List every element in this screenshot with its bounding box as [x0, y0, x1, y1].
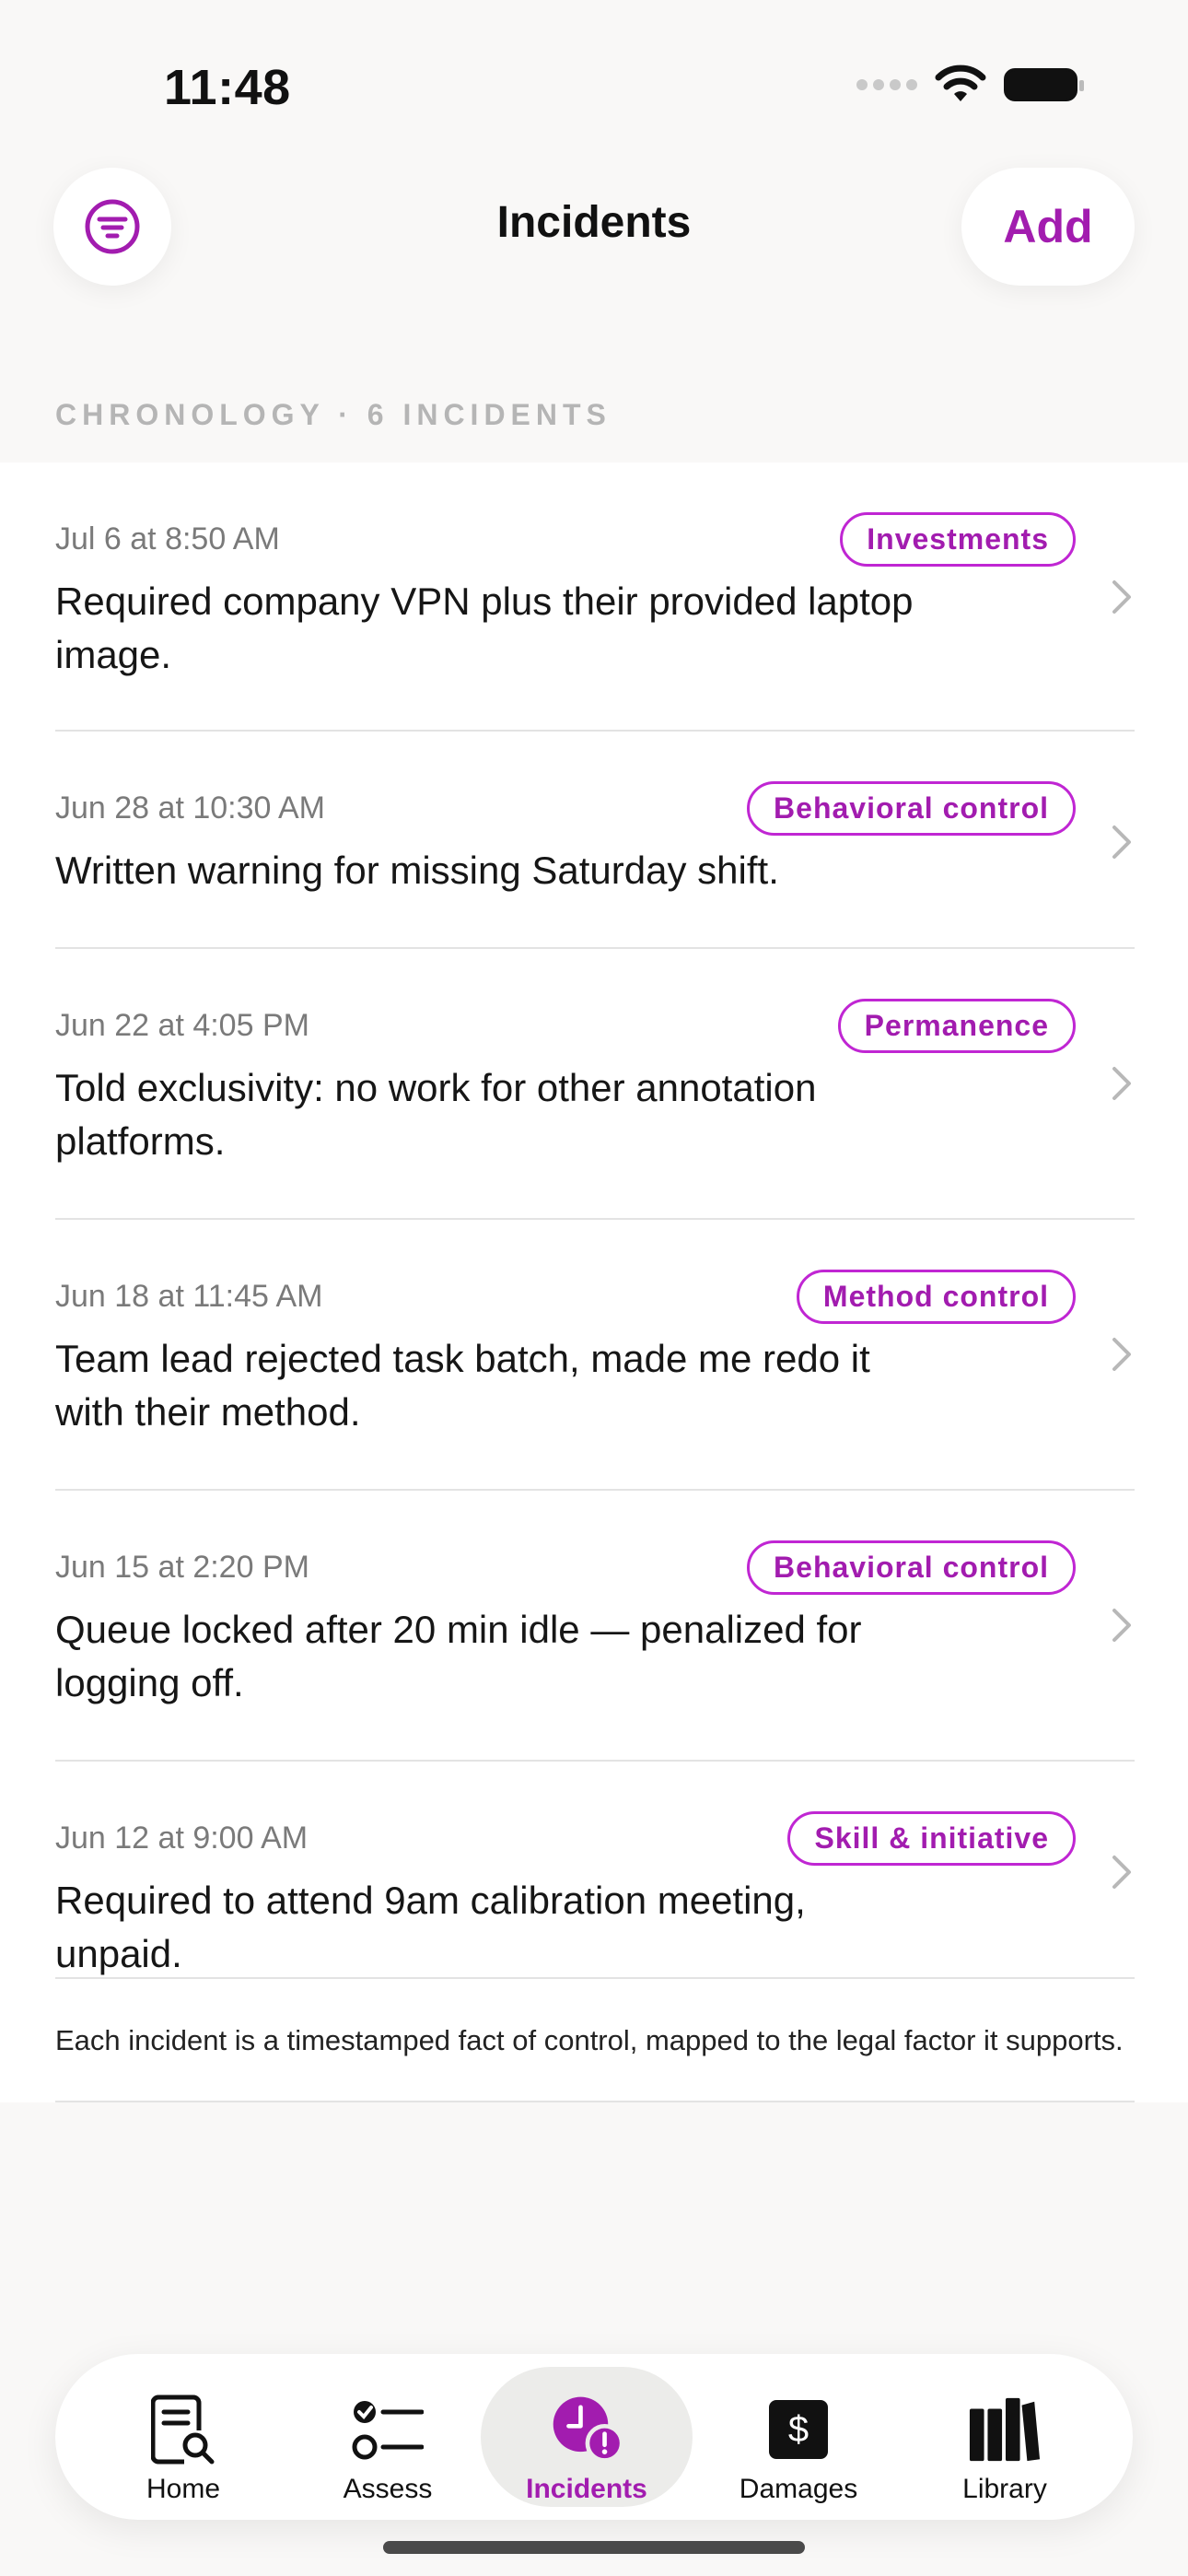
- chevron-right-icon: [1112, 1067, 1131, 1100]
- incident-text: Queue locked after 20 min idle — penaliz…: [55, 1608, 862, 1704]
- incident-row[interactable]: Jun 22 at 4:05 PM Permanence Told exclus…: [55, 949, 1135, 1220]
- incidents-screen: 11:48 Incidents Add CHRONOLOGY · 6 INCID…: [0, 0, 1188, 2576]
- doc-search-icon: [146, 2393, 220, 2466]
- incident-text: Told exclusivity: no work for other anno…: [55, 1066, 817, 1163]
- incident-tag: Behavioral control: [747, 1540, 1076, 1595]
- incident-row[interactable]: Jun 28 at 10:30 AM Behavioral control Wr…: [55, 732, 1135, 949]
- add-button[interactable]: Add: [961, 168, 1135, 286]
- tab-damages[interactable]: $ Damages: [693, 2367, 904, 2507]
- tab-label: Assess: [343, 2474, 433, 2504]
- battery-icon: [1004, 68, 1084, 101]
- incident-text: Required to attend 9am calibration meeti…: [55, 1879, 806, 1975]
- incident-row[interactable]: Jun 15 at 2:20 PM Behavioral control Que…: [55, 1491, 1135, 1762]
- incident-row[interactable]: Jul 6 at 8:50 AM Investments Required co…: [55, 463, 1135, 732]
- incident-date: Jun 18 at 11:45 AM: [55, 1279, 323, 1314]
- incident-tag: Method control: [796, 1270, 1076, 1324]
- tab-label: Home: [146, 2474, 221, 2504]
- status-time: 11:48: [164, 60, 291, 115]
- incident-date: Jun 28 at 10:30 AM: [55, 790, 325, 825]
- tab-label: Incidents: [526, 2474, 647, 2504]
- tab-assess[interactable]: Assess: [282, 2367, 494, 2507]
- incident-tag: Skill & initiative: [787, 1811, 1076, 1866]
- tab-label: Damages: [739, 2474, 858, 2504]
- incident-row[interactable]: Jun 18 at 11:45 AM Method control Team l…: [55, 1220, 1135, 1491]
- list-footnote: Each incident is a timestamped fact of c…: [55, 1979, 1135, 2102]
- chevron-right-icon: [1112, 825, 1131, 859]
- incident-list: Jul 6 at 8:50 AM Investments Required co…: [0, 463, 1188, 2102]
- chevron-right-icon: [1112, 1338, 1131, 1371]
- incident-tag: Investments: [840, 512, 1076, 567]
- books-icon: [968, 2393, 1042, 2466]
- incident-date: Jun 12 at 9:00 AM: [55, 1821, 309, 1856]
- incident-date: Jun 15 at 2:20 PM: [55, 1550, 309, 1585]
- incident-tag: Behavioral control: [747, 781, 1076, 836]
- incident-tag: Permanence: [837, 999, 1076, 1053]
- checklist-icon: [351, 2393, 425, 2466]
- incident-date: Jun 22 at 4:05 PM: [55, 1008, 309, 1043]
- status-icons: [856, 64, 1084, 105]
- incident-text: Team lead rejected task batch, made me r…: [55, 1337, 870, 1434]
- signal-icon: [856, 79, 917, 90]
- tab-label: Library: [962, 2474, 1047, 2504]
- tab-home[interactable]: Home: [77, 2367, 289, 2507]
- clock-alert-icon: [550, 2393, 623, 2466]
- dollar-icon: $: [762, 2393, 835, 2466]
- svg-text:$: $: [788, 2409, 809, 2450]
- chevron-right-icon: [1112, 1856, 1131, 1889]
- incident-row[interactable]: Jun 12 at 9:00 AM Skill & initiative Req…: [55, 1762, 1135, 1979]
- tab-bar: Home Assess Incidents $ Damages Library: [55, 2354, 1133, 2520]
- tab-incidents[interactable]: Incidents: [481, 2367, 693, 2507]
- wifi-icon: [935, 64, 986, 101]
- chevron-right-icon: [1112, 580, 1131, 614]
- incident-text: Required company VPN plus their provided…: [55, 580, 914, 676]
- tab-library[interactable]: Library: [899, 2367, 1111, 2507]
- incident-date: Jul 6 at 8:50 AM: [55, 521, 280, 556]
- incident-text: Written warning for missing Saturday shi…: [55, 849, 779, 892]
- chevron-right-icon: [1112, 1609, 1131, 1642]
- section-header: CHRONOLOGY · 6 INCIDENTS: [55, 398, 611, 431]
- home-indicator: [383, 2541, 805, 2554]
